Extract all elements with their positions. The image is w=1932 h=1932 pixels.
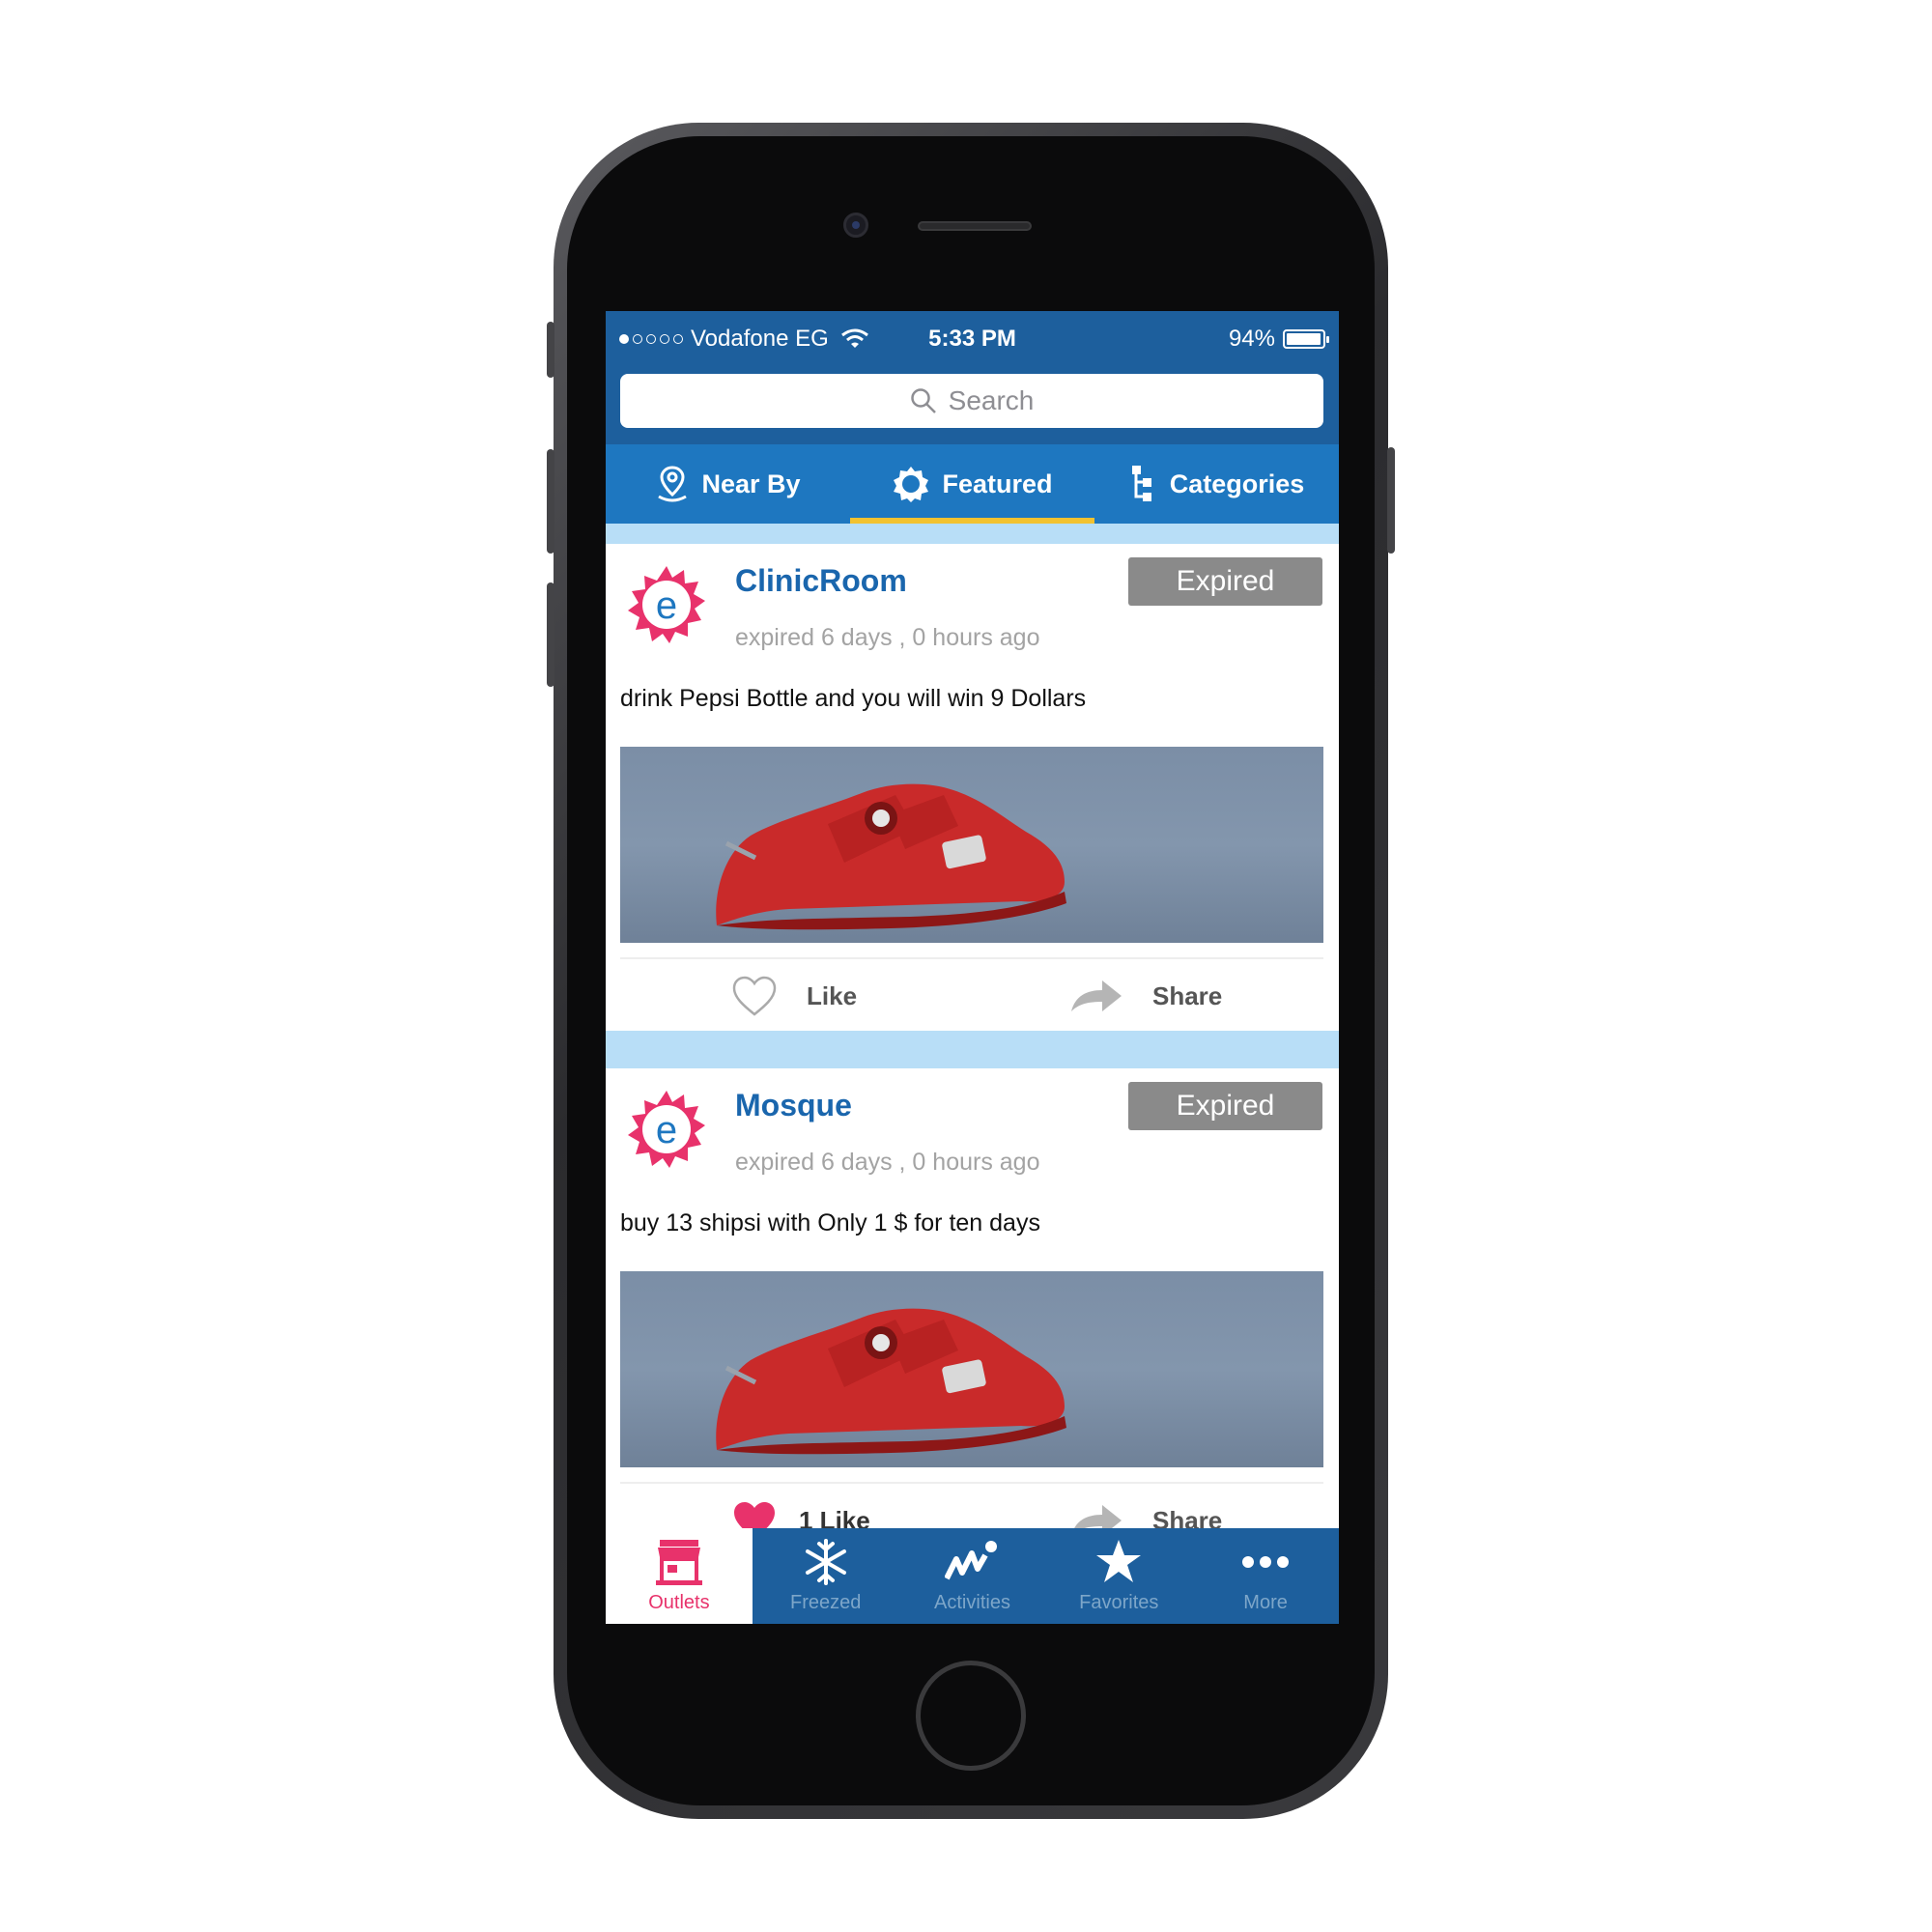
tab-near-by[interactable]: Near By [606,444,850,524]
shop-icon [655,1540,702,1585]
power-button [1387,447,1395,554]
outlet-logo-icon: e [628,566,705,643]
post-actions: Like Share [606,961,1339,1031]
expiry-meta: expired 6 days , 0 hours ago [735,624,1040,651]
status-badge: Expired [1128,557,1322,606]
snowflake-icon [805,1539,846,1585]
status-badge: Expired [1128,1082,1322,1130]
heart-outline-icon [732,976,777,1016]
earpiece-speaker [918,221,1032,231]
svg-text:e: e [656,1109,677,1151]
outlet-name[interactable]: ClinicRoom [735,563,907,599]
post-image[interactable] [620,747,1323,943]
battery-percent: 94% [1228,326,1275,352]
top-bar: Vodafone EG 5:33 PM 94% Search [606,311,1339,444]
divider [620,1482,1323,1484]
tabbar-label: Activities [934,1592,1010,1613]
tab-featured[interactable]: Featured [850,444,1094,524]
post-card[interactable]: e ClinicRoom Expired expired 6 days , 0 … [606,544,1339,1031]
search-icon [910,388,936,413]
post-description: drink Pepsi Bottle and you will win 9 Do… [620,685,1087,712]
battery-icon [1283,329,1329,349]
app-screen: Vodafone EG 5:33 PM 94% Search Near By F… [606,311,1339,1624]
outlet-name[interactable]: Mosque [735,1088,852,1123]
activity-icon [945,1541,998,1580]
status-bar: Vodafone EG 5:33 PM 94% [606,311,1339,365]
share-button[interactable]: Share [1069,961,1222,1031]
svg-text:e: e [656,584,677,627]
tab-categories-label: Categories [1169,469,1305,498]
share-label: Share [1152,980,1223,1010]
tab-near-by-label: Near By [701,469,801,498]
like-button[interactable]: Like [731,961,857,1031]
tabbar-item-freezed[interactable]: Freezed [753,1528,899,1624]
red-shoe-image [716,783,1066,930]
tab-featured-label: Featured [942,469,1053,498]
post-image[interactable] [620,1271,1323,1467]
more-dots-icon [1242,1556,1290,1568]
mute-switch [547,322,554,378]
home-button[interactable] [916,1661,1026,1771]
volume-up-button [547,449,554,554]
expiry-meta: expired 6 days , 0 hours ago [735,1149,1040,1176]
post-card[interactable]: e Mosque Expired expired 6 days , 0 hour… [606,1068,1339,1561]
tabbar-item-more[interactable]: More [1192,1528,1339,1624]
tab-categories[interactable]: Categories [1094,444,1339,524]
tabbar-item-outlets[interactable]: Outlets [606,1528,753,1624]
like-label: Like [807,980,858,1010]
tabbar-label: Favorites [1079,1592,1159,1613]
gear-badge-icon [894,467,929,502]
tabbar-item-favorites[interactable]: Favorites [1045,1528,1192,1624]
outlet-logo-icon: e [628,1091,705,1168]
front-camera [843,213,868,238]
search-bar[interactable]: Search [620,374,1323,428]
tabbar-label: Freezed [790,1592,862,1613]
share-arrow-icon [1071,980,1122,1011]
tabbar-label: Outlets [648,1592,710,1613]
segment-tabs: Near By Featured Categories [606,444,1339,524]
tabbar-label: More [1243,1592,1288,1613]
red-shoe-image [716,1308,1066,1455]
post-description: buy 13 shipsi with Only 1 $ for ten days [620,1209,1040,1236]
search-placeholder: Search [948,385,1035,415]
hierarchy-icon [1131,466,1151,501]
volume-down-button [547,582,554,687]
bottom-tab-bar: Outlets Freezed Activities Favorites Mor… [606,1528,1339,1624]
location-pin-icon [658,466,688,502]
star-icon [1096,1540,1142,1582]
divider [620,957,1323,959]
tabbar-item-activities[interactable]: Activities [899,1528,1046,1624]
